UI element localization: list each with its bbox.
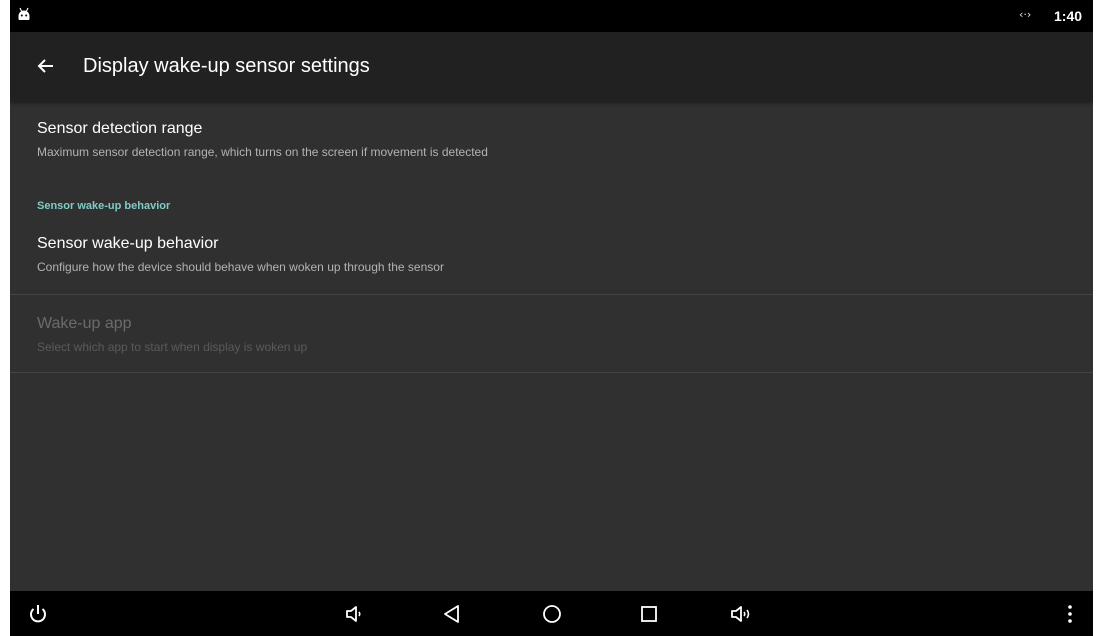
preference-list: Sensor detection range Maximum sensor de…	[10, 101, 1093, 591]
pref-title: Sensor detection range	[37, 120, 203, 137]
pref-title: Wake-up app	[37, 315, 132, 332]
settings-screen: ‹·› 1:40 Display wake-up sensor settings…	[10, 0, 1093, 636]
pref-wake-up-app: Wake-up app Select which app to start wh…	[10, 295, 1093, 372]
home-circle-icon[interactable]	[540, 602, 564, 626]
arrow-back-icon[interactable]	[32, 52, 60, 80]
status-time: 1:40	[1054, 8, 1083, 24]
volume-up-icon[interactable]	[729, 602, 753, 626]
category-header: Sensor wake-up behavior	[37, 200, 171, 212]
back-triangle-icon[interactable]	[440, 602, 464, 626]
divider	[10, 372, 1093, 373]
pref-sensor-detection-range[interactable]: Sensor detection range Maximum sensor de…	[10, 101, 1093, 177]
android-robot-icon	[17, 7, 31, 21]
navigation-bar	[10, 591, 1093, 636]
overflow-menu-icon[interactable]	[1058, 602, 1082, 626]
app-bar: Display wake-up sensor settings	[10, 32, 1093, 101]
link-status-icon: ‹·›	[1019, 8, 1032, 21]
status-bar: ‹·› 1:40	[10, 0, 1093, 32]
pref-summary: Select which app to start when display i…	[37, 340, 308, 354]
pref-summary: Configure how the device should behave w…	[37, 260, 444, 274]
page-title: Display wake-up sensor settings	[83, 55, 370, 77]
pref-sensor-wake-up-behavior[interactable]: Sensor wake-up behavior Configure how th…	[10, 217, 1093, 294]
pref-summary: Maximum sensor detection range, which tu…	[37, 145, 488, 159]
power-icon[interactable]	[26, 602, 50, 626]
volume-down-icon[interactable]	[342, 602, 366, 626]
pref-title: Sensor wake-up behavior	[37, 235, 219, 252]
recents-square-icon[interactable]	[637, 602, 661, 626]
